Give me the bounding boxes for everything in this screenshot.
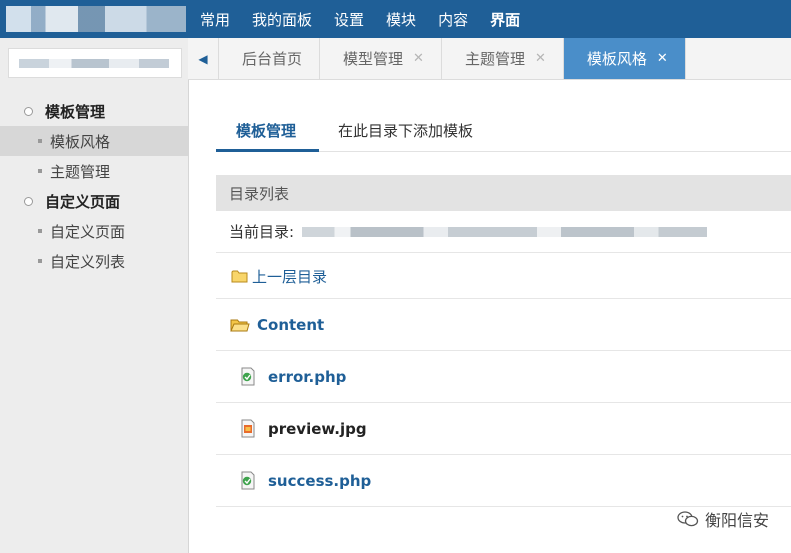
circle-bullet-icon [24, 196, 33, 206]
sidebar-group-custom-page[interactable]: 自定义页面 [0, 186, 188, 216]
close-icon[interactable]: ✕ [535, 51, 546, 66]
triangle-left-icon: ◀ [198, 51, 208, 66]
file-name: 上一层目录 [252, 267, 328, 286]
site-logo [6, 6, 186, 32]
top-nav-modules[interactable]: 模块 [386, 9, 416, 30]
file-name: Content [257, 315, 325, 334]
close-icon[interactable]: ✕ [413, 51, 424, 66]
tab-list: 后台首页 模型管理 ✕ 主题管理 ✕ 模板风格 ✕ [219, 38, 686, 79]
sidebar-site-field[interactable] [8, 48, 182, 78]
square-bullet-icon [38, 229, 42, 233]
folder-icon [230, 266, 250, 286]
tab-scroll-left-button[interactable]: ◀ [188, 38, 219, 79]
sidebar-group-template-manage[interactable]: 模板管理 [0, 96, 188, 126]
watermark-text: 衡阳信安 [704, 511, 769, 530]
image-file-icon [238, 419, 258, 439]
wechat-icon [677, 511, 699, 527]
parent-directory-link[interactable]: 上一层目录 [216, 254, 791, 299]
circle-bullet-icon [24, 106, 33, 116]
top-nav-content[interactable]: 内容 [438, 9, 468, 30]
current-directory-label: 当前目录: [229, 223, 295, 241]
subtab-template-manage[interactable]: 模板管理 [236, 120, 296, 141]
file-name: error.php [268, 367, 347, 386]
php-file-icon [238, 367, 258, 387]
subtab-add-template[interactable]: 在此目录下添加模板 [338, 120, 473, 141]
square-bullet-icon [38, 139, 42, 143]
file-name: preview.jpg [268, 419, 367, 438]
top-nav-interface[interactable]: 界面 [490, 9, 520, 30]
background-watermark-logo [582, 498, 692, 548]
file-list: 上一层目录 Content error.php preview.jpg succ… [216, 254, 791, 507]
current-directory-row: 当前目录: [216, 211, 791, 253]
top-nav-settings[interactable]: 设置 [334, 9, 364, 30]
square-bullet-icon [38, 169, 42, 173]
directory-list-title: 目录列表 [229, 184, 290, 203]
tab-theme-manage[interactable]: 主题管理 ✕ [442, 38, 564, 79]
redacted-text [19, 59, 169, 68]
sidebar-item-theme-manage[interactable]: 主题管理 [0, 156, 188, 186]
sidebar-item-label: 自定义列表 [50, 252, 126, 271]
folder-row[interactable]: Content [216, 299, 791, 351]
tab-label: 后台首页 [242, 50, 303, 68]
file-row[interactable]: preview.jpg [216, 403, 791, 455]
top-nav-my-panel[interactable]: 我的面板 [252, 9, 312, 30]
tab-template-style[interactable]: 模板风格 ✕ [563, 38, 686, 79]
sidebar-menu: 模板管理 模板风格 主题管理 自定义页面 自定义页面 自定义列表 [0, 96, 188, 276]
tab-label: 主题管理 [464, 50, 525, 68]
file-name: success.php [268, 471, 372, 490]
file-row[interactable]: error.php [216, 351, 791, 403]
sidebar-item-label: 模板风格 [50, 132, 111, 151]
active-subtab-indicator [216, 149, 319, 152]
php-file-icon [238, 471, 258, 491]
sidebar-item-label: 主题管理 [50, 162, 111, 181]
sidebar-item-custom-page[interactable]: 自定义页面 [0, 216, 188, 246]
directory-list-header: 目录列表 [216, 175, 791, 211]
sidebar: 模板管理 模板风格 主题管理 自定义页面 自定义页面 自定义列表 [0, 38, 189, 553]
tab-label: 模型管理 [343, 50, 404, 68]
tab-bar: ◀ 后台首页 模型管理 ✕ 主题管理 ✕ 模板风格 ✕ [188, 38, 791, 80]
sidebar-group-label: 自定义页面 [45, 192, 121, 211]
square-bullet-icon [38, 259, 42, 263]
tab-dashboard-home[interactable]: 后台首页 [219, 38, 321, 79]
top-bar: 常用 我的面板 设置 模块 内容 界面 [0, 0, 791, 38]
main-content: 模板管理 在此目录下添加模板 目录列表 当前目录: 上一层目录 Content … [216, 80, 791, 507]
folder-open-icon [230, 315, 250, 335]
close-icon[interactable]: ✕ [657, 51, 668, 66]
top-nav-common[interactable]: 常用 [200, 9, 230, 30]
sidebar-item-template-style[interactable]: 模板风格 [0, 126, 188, 156]
sidebar-item-label: 自定义页面 [50, 222, 126, 241]
tab-model-manage[interactable]: 模型管理 ✕ [320, 38, 442, 79]
sidebar-item-custom-list[interactable]: 自定义列表 [0, 246, 188, 276]
redacted-path [302, 226, 708, 237]
wechat-watermark: 衡阳信安 [677, 507, 769, 531]
tab-label: 模板风格 [586, 50, 647, 68]
file-row[interactable]: success.php [216, 455, 791, 507]
top-nav: 常用 我的面板 设置 模块 内容 界面 [200, 0, 542, 38]
sidebar-group-label: 模板管理 [45, 102, 106, 121]
sub-tabs: 模板管理 在此目录下添加模板 [216, 80, 791, 152]
